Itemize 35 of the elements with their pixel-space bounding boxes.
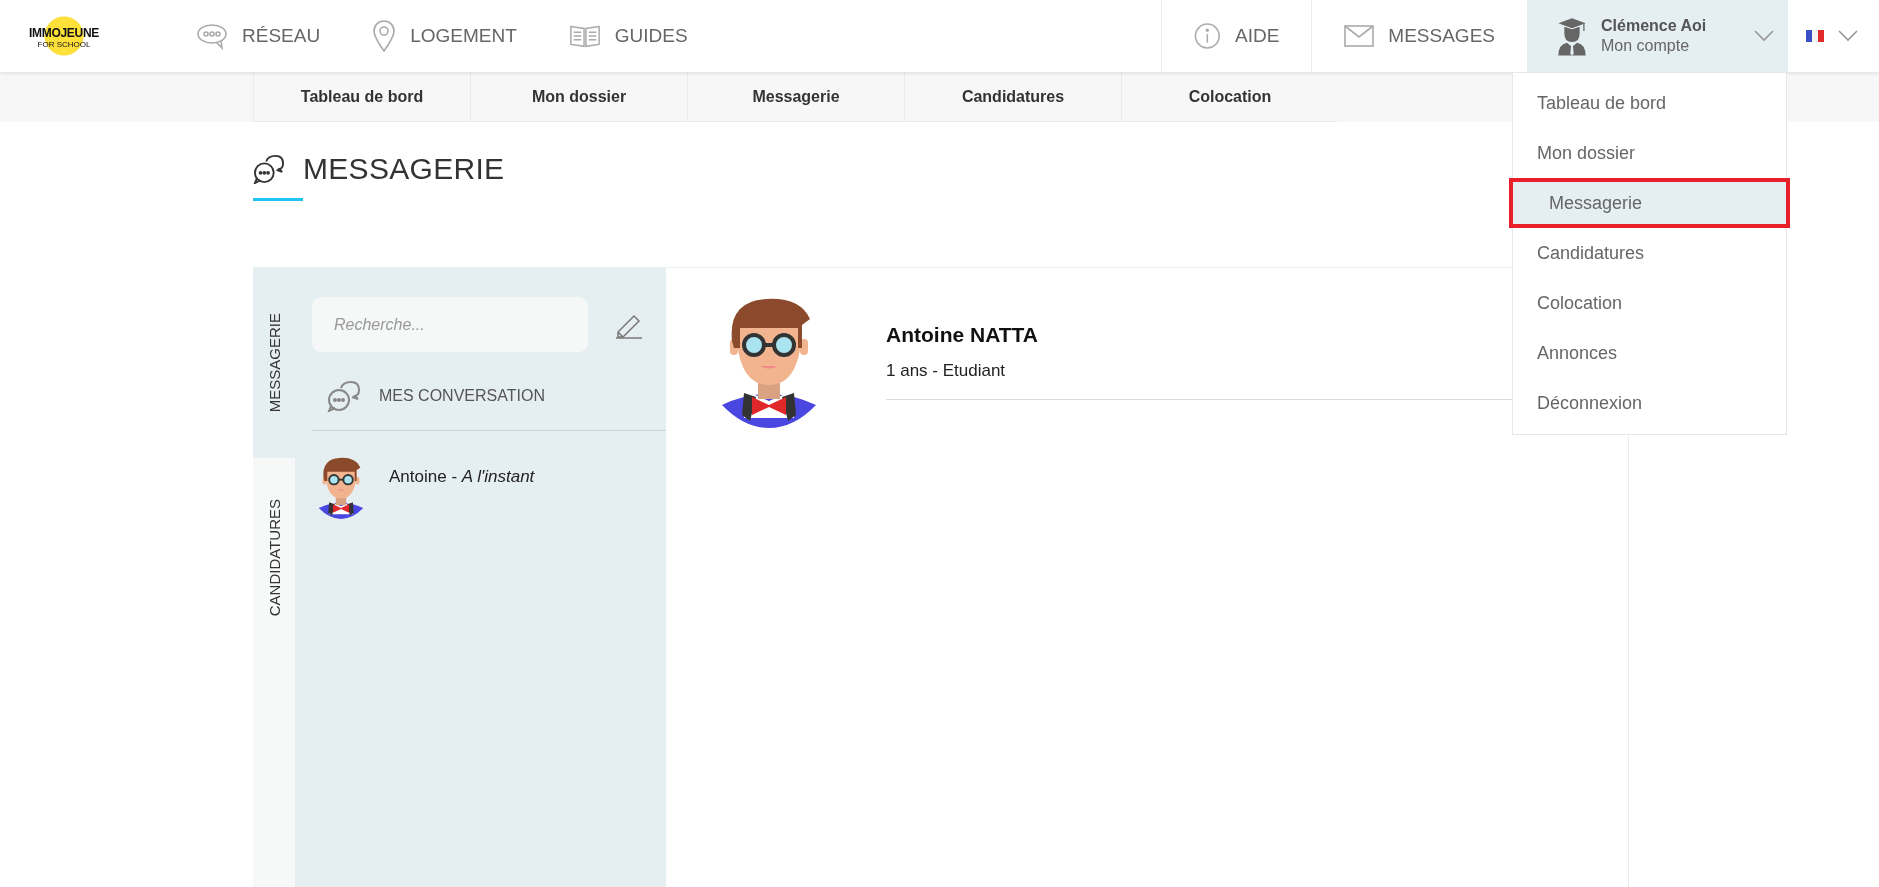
nav-link[interactable]: RÉSEAU xyxy=(196,22,321,50)
chevron-icon xyxy=(1754,30,1774,42)
menu-item[interactable]: Tableau de bord xyxy=(1513,78,1786,128)
account-menu-button[interactable]: Clémence Aoi Mon compte xyxy=(1527,0,1788,72)
subnav-tab[interactable]: Tableau de bord xyxy=(253,72,470,122)
chat-bubbles-icon xyxy=(327,380,361,412)
nav-link[interactable]: LOGEMENT xyxy=(372,20,517,52)
chevron-icon xyxy=(1838,30,1858,42)
menu-item[interactable]: Messagerie xyxy=(1509,178,1790,228)
menu-item[interactable]: Colocation xyxy=(1513,278,1786,328)
location-pin-icon xyxy=(372,20,397,52)
conversation-item[interactable]: Antoine - A l'instant xyxy=(295,431,666,519)
info-icon xyxy=(1194,22,1221,50)
menu-item[interactable]: Mon dossier xyxy=(1513,128,1786,178)
subnav-tab[interactable]: Candidatures xyxy=(904,72,1121,122)
menu-item[interactable]: Déconnexion xyxy=(1513,378,1786,428)
speech-bubble-icon xyxy=(196,22,228,50)
chat-bubbles-icon xyxy=(253,154,285,184)
subnav-tab[interactable]: Colocation xyxy=(1121,72,1338,122)
search-field[interactable]: Recherche... xyxy=(312,297,588,352)
menu-item[interactable]: Annonces xyxy=(1513,328,1786,378)
flag-icon xyxy=(1806,30,1824,42)
contact-name: Antoine NATTA xyxy=(886,323,1040,347)
section-heading: MES CONVERSATION xyxy=(379,387,545,405)
subnav-tab[interactable]: Mon dossier xyxy=(470,72,687,122)
conversation-text: Antoine - A l'instant xyxy=(389,466,535,487)
page-title: MESSAGERIE xyxy=(303,152,505,186)
contact-details: 1 ans - Etudiant xyxy=(886,361,1007,381)
account-subtitle: Mon compte xyxy=(1601,37,1691,55)
account-name: Clémence Aoi xyxy=(1601,17,1707,35)
subnav-tab[interactable]: Messagerie xyxy=(687,72,904,122)
menu-item[interactable]: Candidatures xyxy=(1513,228,1786,278)
nav-link[interactable]: GUIDES xyxy=(568,22,688,50)
envelope-icon xyxy=(1344,25,1375,47)
side-tab[interactable]: MESSAGERIE xyxy=(253,268,295,458)
